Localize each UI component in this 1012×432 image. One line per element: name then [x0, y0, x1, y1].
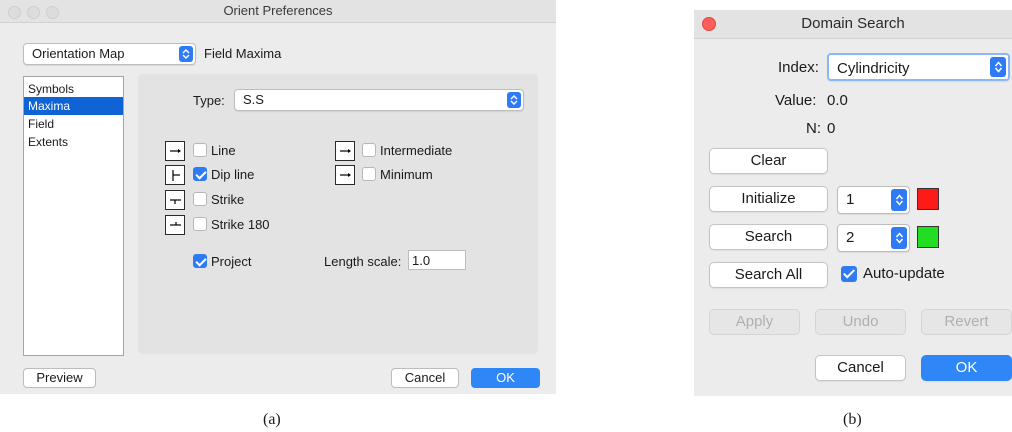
- initialize-button[interactable]: Initialize: [709, 186, 828, 212]
- strike-label: Strike: [211, 192, 245, 207]
- updown-arrows-icon: [507, 92, 521, 108]
- project-label: Project: [211, 254, 252, 269]
- initialize-select-value: 1: [846, 191, 855, 208]
- minimum-label: Minimum: [380, 167, 433, 182]
- search-select[interactable]: 2: [837, 224, 910, 252]
- auto-update-label: Auto-update: [863, 265, 945, 282]
- caption-b: (b): [843, 411, 862, 428]
- intermediate-glyph-icon: [335, 141, 355, 161]
- apply-button[interactable]: Apply: [709, 309, 800, 335]
- index-label: Index:: [778, 59, 819, 76]
- sidebar-item-field[interactable]: Field: [24, 115, 123, 133]
- line-label: Line: [211, 143, 236, 158]
- project-checkbox[interactable]: [193, 254, 207, 268]
- intermediate-label: Intermediate: [380, 143, 453, 158]
- type-value: S.S: [243, 92, 264, 107]
- dip-line-checkbox[interactable]: [193, 167, 207, 181]
- domain-search-window: Domain Search Index: Cylindricity Value:…: [694, 10, 1012, 396]
- strike-glyph-icon: [165, 190, 185, 210]
- minimum-checkbox[interactable]: [362, 167, 376, 181]
- length-scale-label: Length scale:: [324, 254, 402, 269]
- updown-arrows-icon: [179, 46, 193, 62]
- strike-checkbox[interactable]: [193, 192, 207, 206]
- caption-a: (a): [263, 411, 281, 428]
- field-maxima-label: Field Maxima: [204, 46, 282, 61]
- strike-180-checkbox[interactable]: [193, 217, 207, 231]
- intermediate-checkbox[interactable]: [362, 143, 376, 157]
- n-label: N:: [806, 120, 821, 137]
- search-select-value: 2: [846, 229, 855, 246]
- length-scale-value: 1.0: [412, 253, 431, 268]
- clear-button[interactable]: Clear: [709, 148, 828, 174]
- n-readout: 0: [827, 120, 836, 137]
- title-bar: Orient Preferences: [0, 0, 556, 23]
- ok-button[interactable]: OK: [471, 368, 540, 388]
- revert-button[interactable]: Revert: [921, 309, 1012, 335]
- search-button[interactable]: Search: [709, 224, 828, 250]
- preview-button[interactable]: Preview: [23, 368, 96, 388]
- ok-button[interactable]: OK: [921, 355, 1012, 381]
- updown-arrows-icon: [990, 57, 1006, 77]
- plot-type-select[interactable]: Orientation Map: [23, 43, 196, 65]
- plot-type-value: Orientation Map: [32, 46, 125, 61]
- line-arrow-glyph-icon: [165, 141, 185, 161]
- title-bar: Domain Search: [694, 10, 1012, 39]
- sidebar-item-symbols[interactable]: Symbols: [24, 80, 123, 98]
- updown-arrows-icon: [891, 227, 907, 249]
- window-title: Orient Preferences: [223, 3, 333, 18]
- sidebar-item-extents[interactable]: Extents: [24, 133, 123, 151]
- length-scale-input[interactable]: 1.0: [408, 250, 466, 270]
- search-all-button[interactable]: Search All: [709, 262, 828, 288]
- updown-arrows-icon: [891, 189, 907, 211]
- sidebar-item-maxima[interactable]: Maxima: [24, 97, 123, 115]
- type-select[interactable]: S.S: [234, 89, 524, 111]
- strike-180-glyph-icon: [165, 215, 185, 235]
- search-color-swatch[interactable]: [917, 226, 939, 248]
- auto-update-checkbox[interactable]: [841, 266, 857, 282]
- index-select[interactable]: Cylindricity: [827, 53, 1010, 81]
- minimum-glyph-icon: [335, 165, 355, 185]
- initialize-select[interactable]: 1: [837, 186, 910, 214]
- undo-button[interactable]: Undo: [815, 309, 906, 335]
- type-label: Type:: [193, 93, 225, 108]
- cancel-button[interactable]: Cancel: [815, 355, 906, 381]
- maxima-settings-panel: [138, 74, 538, 354]
- dip-line-glyph-icon: [165, 165, 185, 185]
- line-checkbox[interactable]: [193, 143, 207, 157]
- category-list: Symbols Maxima Field Extents: [23, 76, 124, 356]
- strike-180-label: Strike 180: [211, 217, 270, 232]
- index-value: Cylindricity: [837, 60, 910, 77]
- cancel-button[interactable]: Cancel: [391, 368, 459, 388]
- value-label: Value:: [775, 92, 817, 109]
- orient-preferences-window: Orient Preferences Orientation Map Field…: [0, 0, 556, 394]
- window-title: Domain Search: [801, 15, 905, 32]
- value-readout: 0.0: [827, 92, 848, 109]
- initialize-color-swatch[interactable]: [917, 188, 939, 210]
- dip-line-label: Dip line: [211, 167, 255, 182]
